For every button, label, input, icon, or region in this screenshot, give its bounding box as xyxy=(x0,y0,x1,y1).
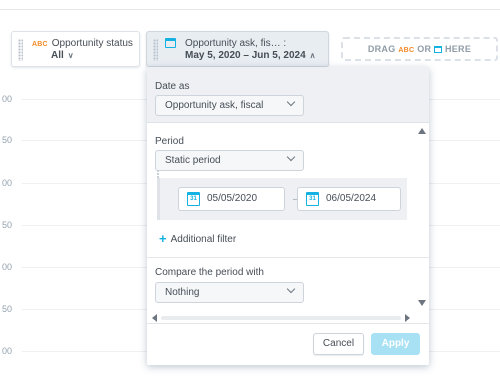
y-tick-label: 00 xyxy=(1,262,12,272)
date-as-dropdown[interactable]: Opportunity ask, fiscal xyxy=(155,95,304,116)
period-dropdown[interactable]: Static period xyxy=(155,150,304,171)
additional-filter-label: Additional filter xyxy=(170,234,237,245)
calendar-icon[interactable]: 31 xyxy=(187,192,200,206)
chevron-down-icon xyxy=(286,284,296,294)
scroll-up-arrow-icon[interactable] xyxy=(418,128,426,134)
filter-title: ABC Opportunity status xyxy=(32,38,133,49)
y-tick-label: 50 xyxy=(1,135,12,145)
static-period-range: 31 05/05/2020 – 31 06/05/2024 xyxy=(157,170,407,220)
date-filter[interactable]: Opportunity ask, fis… : May 5, 2020 – Ju… xyxy=(146,31,329,67)
y-tick-label: 50 xyxy=(1,304,12,314)
section-divider xyxy=(147,257,429,258)
chevron-down-icon xyxy=(286,97,296,107)
compare-dropdown[interactable]: Nothing xyxy=(155,282,304,303)
drop-zone-drag-text: DRAG xyxy=(367,44,396,54)
drop-zone-or-text: OR xyxy=(417,44,432,54)
y-tick-label: 00 xyxy=(1,346,12,356)
scroll-down-arrow-icon[interactable] xyxy=(418,300,426,306)
to-date-value: 06/05/2024 xyxy=(326,193,377,204)
cancel-button[interactable]: Cancel xyxy=(313,333,364,355)
drop-zone-here-text: HERE xyxy=(444,44,472,54)
horizontal-scrollbar[interactable] xyxy=(161,316,401,320)
filter-drop-zone[interactable]: DRAG ABC OR HERE xyxy=(341,37,498,61)
scroll-right-arrow-icon[interactable] xyxy=(405,314,410,322)
from-date-input[interactable]: 31 05/05/2020 xyxy=(178,187,285,211)
date-as-section: Date as Opportunity ask, fiscal xyxy=(147,67,429,123)
to-date-input[interactable]: 31 06/05/2024 xyxy=(297,187,401,211)
chevron-down-icon xyxy=(286,152,296,162)
y-tick-label: 00 xyxy=(1,94,12,104)
period-label: Period xyxy=(155,136,184,147)
compare-label: Compare the period with xyxy=(155,267,264,278)
from-date-value: 05/05/2020 xyxy=(207,193,258,204)
date-range-label: May 5, 2020 – Jun 5, 2024 xyxy=(185,50,306,61)
chevron-up-icon: ∧ xyxy=(309,51,316,60)
calendar-icon xyxy=(434,46,443,53)
drag-handle-icon[interactable] xyxy=(153,39,158,61)
filter-value-label: All xyxy=(51,50,64,61)
top-divider xyxy=(0,9,500,10)
scroll-left-arrow-icon[interactable] xyxy=(152,314,157,322)
abc-attribute-icon: ABC xyxy=(32,41,48,48)
abc-attribute-icon: ABC xyxy=(398,47,415,54)
drag-handle-icon[interactable] xyxy=(18,39,23,61)
apply-button[interactable]: Apply xyxy=(371,333,420,355)
filter-title-label: Opportunity status xyxy=(51,38,133,49)
calendar-icon[interactable]: 31 xyxy=(306,192,319,206)
date-filter-title: Opportunity ask, fis… : xyxy=(185,38,287,49)
date-filter-overlay: Date as Opportunity ask, fiscal Period S… xyxy=(147,67,429,365)
filter-value: All ∨ xyxy=(51,50,74,61)
date-as-label: Date as xyxy=(155,81,190,92)
dashboard-page: 00 50 00 50 00 50 00 ABC Opportunity stat… xyxy=(0,0,500,388)
chevron-down-icon: ∨ xyxy=(67,51,74,60)
y-tick-label: 50 xyxy=(1,220,12,230)
footer-divider xyxy=(147,323,429,324)
date-filter-value: May 5, 2020 – Jun 5, 2024 ∧ xyxy=(185,50,316,61)
period-value: Static period xyxy=(165,155,221,166)
calendar-icon xyxy=(165,38,176,48)
additional-filter-link[interactable]: + Additional filter xyxy=(159,231,236,246)
plus-icon: + xyxy=(159,231,167,246)
y-tick-label: 00 xyxy=(1,178,12,188)
date-as-value: Opportunity ask, fiscal xyxy=(165,100,264,111)
opportunity-status-filter[interactable]: ABC Opportunity status All ∨ xyxy=(11,31,140,67)
compare-value: Nothing xyxy=(165,287,200,298)
